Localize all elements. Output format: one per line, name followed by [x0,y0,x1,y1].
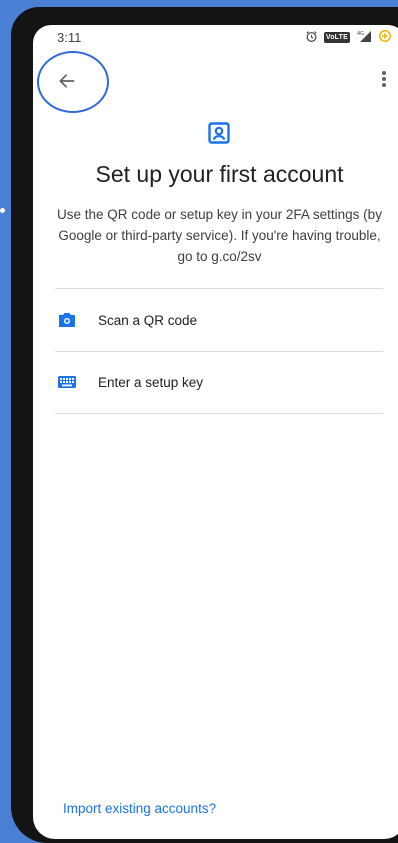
page-subtitle: Use the QR code or setup key in your 2FA… [57,207,382,264]
scan-qr-code-label: Scan a QR code [98,312,198,328]
side-dot [0,208,5,213]
enter-setup-key-option[interactable]: Enter a setup key [55,352,383,412]
scan-qr-code-option[interactable]: Scan a QR code [55,290,383,350]
alarm-icon [305,30,318,46]
status-icons: VoLTE 4G [305,29,392,46]
battery-saver-icon [378,29,392,46]
signal-icon: 4G [356,30,372,46]
more-vert-icon [382,71,386,87]
enter-setup-key-label: Enter a setup key [98,374,204,390]
import-existing-accounts-link[interactable]: Import existing accounts? [63,801,216,816]
back-button[interactable] [47,61,87,101]
more-options-button[interactable] [372,65,396,93]
back-arrow-icon [59,74,75,88]
account-box-icon [207,121,231,145]
svg-text:4G: 4G [357,31,364,37]
status-time: 3:11 [57,30,82,45]
divider [55,288,383,289]
camera-icon [57,310,77,330]
phone-frame: 3:11 VoLTE 4G Set up your first account … [11,7,398,843]
status-bar: 3:11 VoLTE 4G [33,25,398,51]
app-screen: 3:11 VoLTE 4G Set up your first account … [33,25,398,839]
page-title: Set up your first account [95,161,344,187]
volte-badge: VoLTE [323,32,350,43]
divider [55,413,383,414]
keyboard-icon [57,372,77,392]
